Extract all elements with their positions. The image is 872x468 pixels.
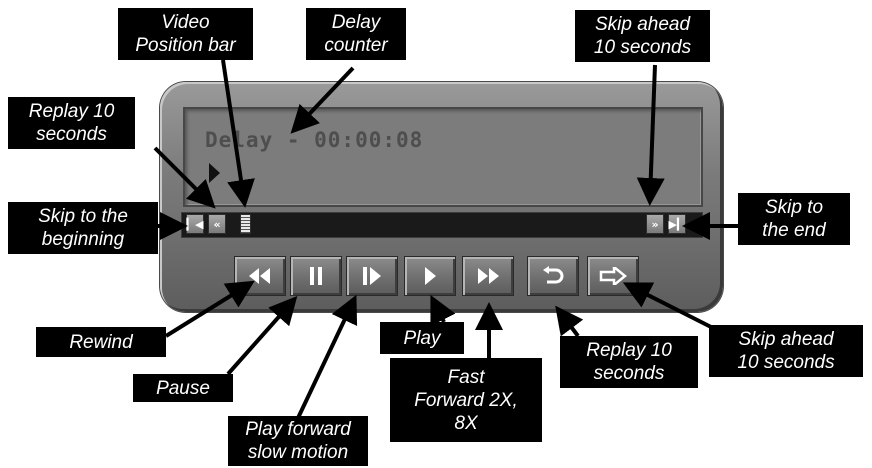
callout-play-slow-motion: Play forward slow motion [228, 416, 368, 466]
callout-skip-beginning: Skip to the beginning [8, 202, 158, 254]
callout-skip-ahead-bottom: Skip ahead 10 seconds [709, 325, 863, 377]
arrow-delay-counter [290, 66, 355, 134]
arrow-rewind [164, 280, 255, 338]
arrow-replay-bottom [555, 305, 584, 338]
callout-skip-ahead-top: Skip ahead 10 seconds [575, 10, 710, 62]
arrow-skip-ahead-top [636, 64, 665, 206]
callout-play: Play [380, 322, 464, 354]
arrow-replay-top [153, 146, 216, 209]
callout-rewind: Rewind [36, 327, 166, 357]
arrow-play [430, 294, 456, 327]
callout-replay-bottom: Replay 10 seconds [560, 336, 698, 388]
arrow-slow-motion [296, 294, 358, 419]
callout-fast-forward: Fast Forward 2X, 8X [390, 358, 542, 442]
callout-replay-top: Replay 10 seconds [8, 97, 135, 149]
callout-delay-counter: Delay counter [306, 8, 406, 60]
arrow-pause [226, 296, 298, 376]
callout-pause: Pause [133, 374, 233, 402]
arrow-skip-ahead-bottom [622, 282, 714, 330]
callout-skip-end: Skip to the end [738, 193, 850, 245]
arrow-video-position-bar [221, 59, 255, 208]
callout-video-position-bar: Video Position bar [118, 8, 253, 60]
